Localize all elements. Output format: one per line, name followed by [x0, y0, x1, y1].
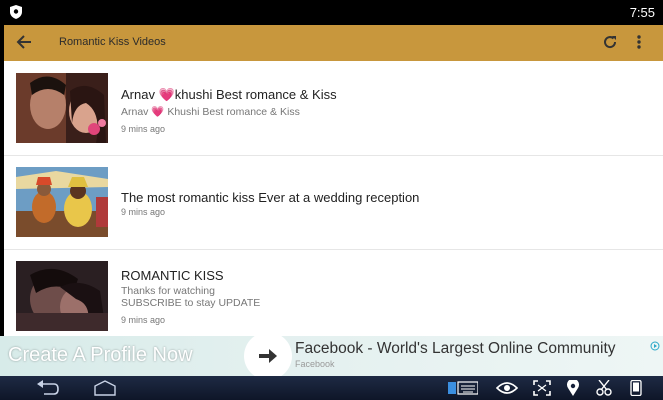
- video-title: Arnav 💗khushi Best romance & Kiss: [121, 87, 337, 102]
- ad-arrow-button[interactable]: [244, 336, 292, 376]
- list-item[interactable]: The most romantic kiss Ever at a wedding…: [4, 167, 663, 239]
- divider: [4, 155, 663, 156]
- status-time: 7:55: [629, 5, 655, 20]
- ad-headline: Create A Profile Now: [8, 344, 193, 366]
- ad-banner[interactable]: Create A Profile Now Facebook - World's …: [0, 336, 663, 376]
- refresh-icon[interactable]: [602, 34, 618, 55]
- status-bar: 7:55: [0, 0, 663, 25]
- shield-icon: [10, 5, 22, 24]
- ad-title: Facebook - World's Largest Online Commun…: [295, 340, 616, 357]
- phone-icon[interactable]: [630, 379, 642, 400]
- video-time: 9 mins ago: [121, 124, 166, 134]
- fullscreen-icon[interactable]: [533, 380, 551, 400]
- back-icon[interactable]: [36, 380, 60, 400]
- list-item[interactable]: Arnav 💗khushi Best romance & Kiss Arnav …: [4, 73, 663, 153]
- eye-icon[interactable]: [495, 380, 519, 400]
- video-title: ROMANTIC KISS: [121, 268, 224, 283]
- more-vert-icon[interactable]: [636, 34, 642, 55]
- ad-subtitle: Facebook: [295, 359, 335, 369]
- home-icon[interactable]: [94, 380, 116, 400]
- video-description-line: Thanks for watching: [121, 285, 215, 297]
- video-description-line: SUBSCRIBE to stay UPDATE: [121, 297, 261, 309]
- app-bar: Romantic Kiss Videos: [4, 25, 663, 61]
- keyboard-icon[interactable]: [448, 380, 479, 400]
- scissors-icon[interactable]: [596, 379, 612, 400]
- video-title: The most romantic kiss Ever at a wedding…: [121, 190, 420, 205]
- divider: [4, 249, 663, 250]
- video-thumbnail[interactable]: [16, 73, 108, 143]
- list-item[interactable]: ROMANTIC KISS Thanks for watching SUBSCR…: [4, 261, 663, 331]
- video-list: Arnav 💗khushi Best romance & Kiss Arnav …: [4, 61, 663, 337]
- system-nav-bar: [0, 376, 663, 400]
- video-time: 9 mins ago: [121, 315, 166, 325]
- video-thumbnail[interactable]: [16, 167, 108, 237]
- video-thumbnail[interactable]: [16, 261, 108, 331]
- location-pin-icon[interactable]: [566, 378, 580, 400]
- arrow-right-icon: [259, 349, 277, 363]
- video-description: Arnav 💗 Khushi Best romance & Kiss: [121, 106, 300, 118]
- back-arrow-icon[interactable]: [16, 34, 32, 55]
- page-title: Romantic Kiss Videos: [59, 36, 166, 48]
- video-time: 9 mins ago: [121, 207, 166, 217]
- adchoices-icon[interactable]: [650, 338, 660, 356]
